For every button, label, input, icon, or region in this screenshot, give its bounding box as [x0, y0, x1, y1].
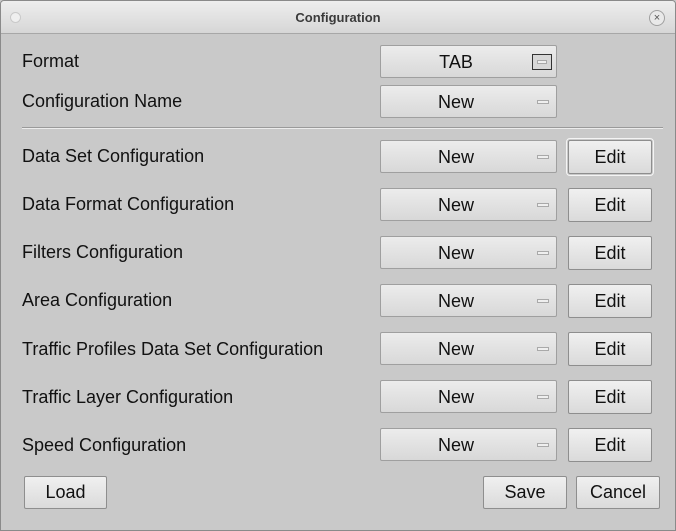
speed-configuration-dropdown[interactable]: New [380, 428, 557, 461]
filters-configuration-dropdown[interactable]: New [380, 236, 557, 269]
data-set-configuration-value: New [437, 147, 474, 167]
traffic-layer-configuration-dropdown[interactable]: New [380, 380, 557, 413]
dropdown-indicator-icon [537, 251, 549, 255]
data-set-configuration-label: Data Set Configuration [22, 146, 205, 166]
dropdown-indicator-icon [537, 203, 549, 207]
filters-configuration-edit-button[interactable]: Edit [568, 236, 652, 270]
dropdown-indicator-icon [532, 54, 552, 70]
window-title: Configuration [295, 10, 381, 25]
filters-configuration-label: Filters Configuration [22, 242, 184, 262]
cancel-button[interactable]: Cancel [576, 476, 660, 509]
data-format-configuration-edit-button[interactable]: Edit [568, 188, 652, 222]
traffic-layer-configuration-value: New [437, 387, 474, 407]
format-label: Format [22, 51, 80, 71]
area-configuration-dropdown[interactable]: New [380, 284, 557, 317]
speed-configuration-edit-button[interactable]: Edit [568, 428, 652, 462]
configuration-dialog: Configuration × Format TAB Configuration… [0, 0, 676, 531]
dropdown-indicator-icon [537, 443, 549, 447]
format-dropdown[interactable]: TAB [380, 45, 557, 78]
dropdown-indicator-icon [537, 299, 549, 303]
close-icon[interactable]: × [649, 10, 665, 26]
traffic-profiles-data-set-configuration-label: Traffic Profiles Data Set Configuration [22, 339, 324, 359]
data-format-configuration-dropdown[interactable]: New [380, 188, 557, 221]
data-set-configuration-edit-button[interactable]: Edit [566, 138, 654, 176]
separator [22, 127, 663, 129]
filters-configuration-value: New [437, 243, 474, 263]
configuration-name-dropdown[interactable]: New [380, 85, 557, 118]
traffic-layer-configuration-edit-button[interactable]: Edit [568, 380, 652, 414]
configuration-name-label: Configuration Name [22, 91, 183, 111]
title-bar[interactable]: Configuration × [1, 1, 675, 34]
traffic-profiles-data-set-configuration-edit-button[interactable]: Edit [568, 332, 652, 366]
traffic-profiles-data-set-configuration-dropdown[interactable]: New [380, 332, 557, 365]
data-format-configuration-value: New [437, 195, 474, 215]
speed-configuration-label: Speed Configuration [22, 435, 187, 455]
data-format-configuration-label: Data Format Configuration [22, 194, 235, 214]
configuration-name-value: New [437, 92, 474, 112]
area-configuration-edit-button[interactable]: Edit [568, 284, 652, 318]
dropdown-indicator-icon [537, 347, 549, 351]
dropdown-indicator-icon [537, 395, 549, 399]
dropdown-indicator-icon [537, 155, 549, 159]
format-value: TAB [439, 52, 473, 72]
load-button[interactable]: Load [24, 476, 107, 509]
save-button[interactable]: Save [483, 476, 567, 509]
traffic-layer-configuration-label: Traffic Layer Configuration [22, 387, 234, 407]
area-configuration-label: Area Configuration [22, 290, 173, 310]
data-set-configuration-dropdown[interactable]: New [380, 140, 557, 173]
area-configuration-value: New [437, 291, 474, 311]
traffic-profiles-data-set-configuration-value: New [437, 339, 474, 359]
speed-configuration-value: New [437, 435, 474, 455]
dropdown-indicator-icon [537, 100, 549, 104]
